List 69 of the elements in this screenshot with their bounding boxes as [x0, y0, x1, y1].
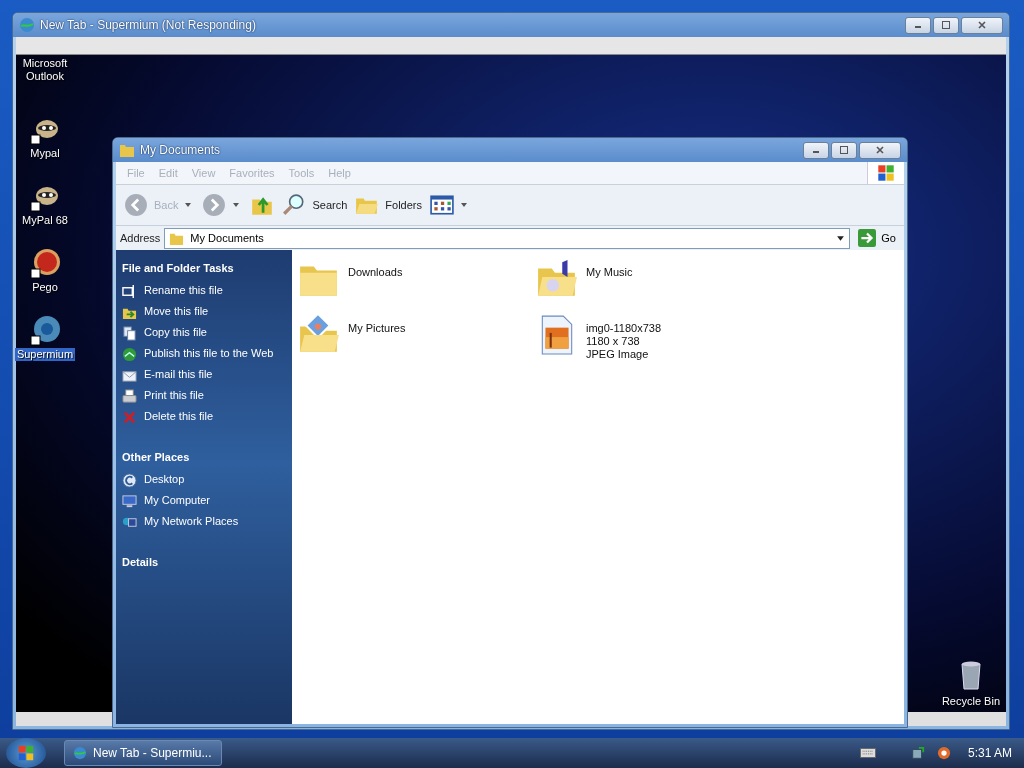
globe-icon[interactable]: [29, 314, 61, 346]
printer-icon: [122, 389, 137, 404]
desktop-icon-label[interactable]: Microsoft Outlook: [17, 57, 73, 83]
desktop-icon: [122, 473, 137, 488]
tray-app-icon[interactable]: [935, 746, 952, 760]
monitor-icon: [122, 494, 137, 509]
file-name[interactable]: img0-1180x738: [586, 322, 661, 335]
file-name[interactable]: My Music: [586, 266, 633, 279]
section-title[interactable]: Other Places: [122, 451, 286, 463]
task-link[interactable]: My Computer: [144, 494, 211, 507]
search-button[interactable]: Search: [280, 191, 350, 219]
task-link[interactable]: E-mail this file: [144, 368, 213, 381]
desktop-icon-label[interactable]: Supermium: [14, 348, 76, 361]
task-link[interactable]: Publish this file to the Web: [144, 347, 274, 360]
address-field[interactable]: My Documents: [164, 227, 851, 249]
close-button[interactable]: [859, 141, 901, 159]
ball-icon[interactable]: [29, 247, 61, 279]
caret-icon[interactable]: [232, 201, 241, 209]
task-link[interactable]: Move this file: [144, 305, 209, 318]
windows-logo-icon: [17, 744, 35, 762]
window-title: New Tab - Supermium (Not Responding): [40, 18, 256, 32]
desktop-icon-label[interactable]: Mypal: [28, 147, 62, 160]
dropdown-arrow-icon: [836, 233, 846, 243]
network-icon: [122, 515, 137, 530]
address-label: Address: [120, 232, 161, 244]
cross-icon: [122, 410, 137, 425]
pages-icon: [122, 326, 137, 341]
maximize-icon: [941, 20, 951, 30]
window-title: My Documents: [140, 143, 221, 157]
clock: 5:31 AM: [967, 746, 1012, 760]
close-button[interactable]: [961, 16, 1003, 34]
task-link[interactable]: Copy this file: [144, 326, 207, 339]
desktop-icon-label[interactable]: Recycle Bin: [939, 695, 1002, 708]
envelope-icon: [122, 368, 137, 383]
desktop-icon-label[interactable]: MyPal 68: [20, 214, 70, 227]
close-icon: [977, 20, 987, 30]
go-arrow-icon: [858, 229, 877, 247]
folders-button[interactable]: Folders: [353, 191, 424, 219]
task-link[interactable]: Delete this file: [144, 410, 214, 423]
section-title[interactable]: Details: [122, 556, 286, 568]
view-grid-icon: [430, 193, 454, 217]
file-detail: 1180 x 738: [586, 335, 641, 348]
caret-icon[interactable]: [184, 201, 193, 209]
task-link[interactable]: Rename this file: [144, 284, 223, 297]
globe-icon: [19, 17, 35, 33]
maximize-button[interactable]: [831, 141, 857, 159]
maximize-icon: [839, 145, 849, 155]
file-name[interactable]: Downloads: [348, 266, 403, 279]
task-link[interactable]: Print this file: [144, 389, 204, 402]
desktop-icon-label[interactable]: Pego: [30, 281, 60, 294]
globe-icon: [122, 347, 137, 362]
file-detail: JPEG Image: [586, 348, 650, 361]
network-status-icon[interactable]: [909, 746, 926, 760]
keyboard-icon[interactable]: [859, 746, 876, 760]
task-link[interactable]: Desktop: [144, 473, 185, 486]
globe-icon: [73, 746, 87, 760]
section-title[interactable]: File and Folder Tasks: [122, 262, 286, 274]
minimize-button[interactable]: [803, 141, 829, 159]
text-box-icon: [122, 284, 137, 299]
task-link[interactable]: My Network Places: [144, 515, 239, 528]
maximize-button[interactable]: [933, 16, 959, 34]
close-icon: [875, 145, 885, 155]
minimize-button[interactable]: [905, 16, 931, 34]
folder-icon: [119, 142, 135, 158]
file-name[interactable]: My Pictures: [348, 322, 406, 335]
start-button[interactable]: [6, 738, 46, 768]
caret-icon: [460, 201, 468, 209]
taskbar-button[interactable]: New Tab - Supermiu...: [64, 740, 222, 766]
go-button[interactable]: Go: [854, 229, 900, 247]
